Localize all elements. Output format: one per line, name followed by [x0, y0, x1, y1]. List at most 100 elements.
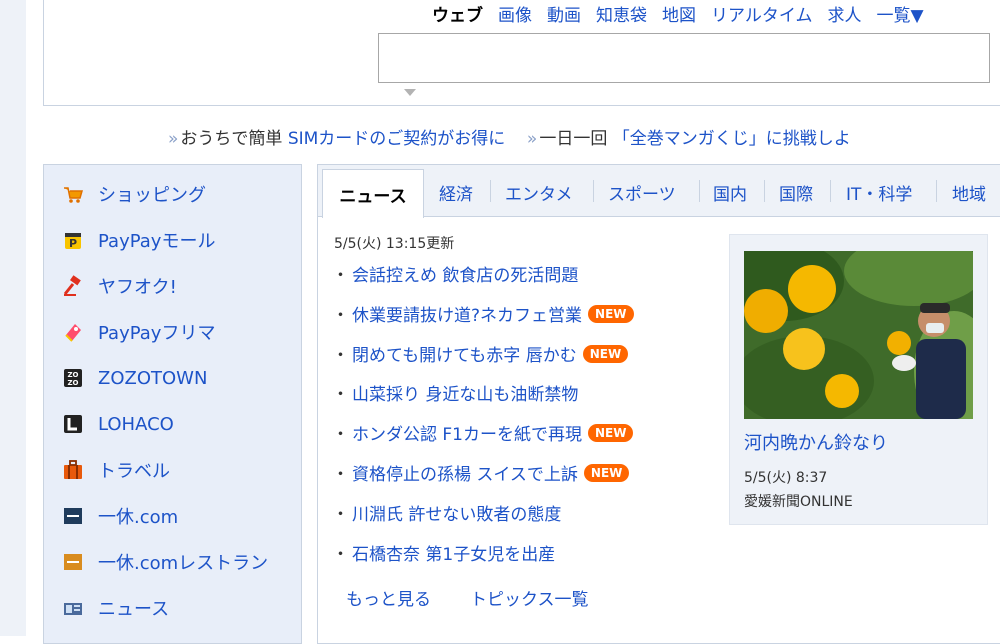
promo-1-prefix: おうちで簡単 [180, 129, 283, 149]
bullet: ・ [332, 465, 349, 485]
svg-text:ZO: ZO [67, 379, 78, 387]
search-tab-more-dropdown[interactable]: 一覧▼ [877, 1, 924, 26]
search-tab-chiebukuro[interactable]: 知恵袋 [596, 1, 647, 26]
ikyu-icon [62, 505, 84, 527]
news-headline[interactable]: ・資格停止の孫楊 スイスで上訴 NEW [332, 460, 630, 485]
featured-news-source: 愛媛新聞ONLINE [744, 494, 853, 510]
tab-divider [764, 180, 765, 202]
news-headline[interactable]: ・休業要請抜け道?ネカフェ営業 NEW [332, 301, 634, 326]
search-tab-video[interactable]: 動画 [547, 1, 581, 26]
sidebar-item-label: ニュース [98, 599, 170, 620]
new-badge: NEW [588, 423, 634, 442]
news-tab-it-science[interactable]: IT・科学 [846, 180, 912, 205]
news-tab-bar: ニュース 経済 エンタメ スポーツ 国内 国際 IT・科学 地域 [318, 165, 1000, 218]
sidebar-item-paypay-mall[interactable]: P PayPayモール [62, 222, 215, 258]
news-tab-local[interactable]: 地域 [952, 180, 986, 205]
search-vertical-tabs: ウェブ 画像 動画 知恵袋 地図 リアルタイム 求人 一覧▼ [432, 1, 924, 26]
headline-text: 川淵氏 許せない敗者の態度 [352, 505, 562, 525]
news-updated-time: 5/5(火) 13:15更新 [334, 236, 455, 252]
sidebar-item-travel[interactable]: トラベル [62, 452, 170, 488]
news-tab-sports[interactable]: スポーツ [608, 180, 676, 205]
auction-hammer-icon [62, 275, 84, 297]
bullet: ・ [332, 545, 349, 565]
shopping-cart-icon [62, 183, 84, 205]
featured-news-date: 5/5(火) 8:37 [744, 470, 828, 486]
headline-text: 休業要請抜け道?ネカフェ営業 [352, 306, 583, 326]
left-page-margin [0, 0, 26, 636]
sidebar-item-label: PayPayフリマ [98, 323, 216, 344]
new-badge: NEW [582, 344, 629, 363]
featured-news-card[interactable]: 河内晩かん鈴なり 5/5(火) 8:37 愛媛新聞ONLINE [729, 234, 988, 525]
news-headline[interactable]: ・山菜採り 身近な山も油断禁物 [332, 380, 578, 405]
suitcase-icon [62, 459, 84, 481]
headline-text: 山菜採り 身近な山も油断禁物 [352, 385, 579, 405]
bullet: ・ [332, 505, 349, 525]
headline-text: 閉めても開けても赤字 唇かむ [352, 346, 577, 366]
tab-divider [936, 180, 937, 202]
sidebar-item-shopping[interactable]: ショッピング [62, 176, 206, 212]
search-tab-map[interactable]: 地図 [662, 1, 696, 26]
sidebar-item-ikyu[interactable]: 一休.com [62, 498, 178, 534]
bullet: ・ [332, 266, 349, 286]
sidebar-item-label: ZOZOTOWN [98, 367, 208, 389]
news-tab-world[interactable]: 国際 [779, 180, 813, 205]
bullet: ・ [332, 346, 349, 366]
news-tab-economy[interactable]: 経済 [439, 180, 473, 205]
svg-text:P: P [69, 237, 77, 250]
sidebar-item-auction[interactable]: ヤフオク! [62, 268, 177, 304]
news-more-link[interactable]: もっと見る [346, 585, 431, 610]
news-tab-news[interactable]: ニュース [322, 169, 424, 218]
news-icon [62, 597, 84, 619]
search-tab-images[interactable]: 画像 [498, 1, 532, 26]
promo-line: » おうちで簡単 SIMカードのご契約がお得に » 一日一回 「全巻マンガくじ」に挑… [168, 124, 851, 149]
search-tab-jobs[interactable]: 求人 [828, 1, 862, 26]
new-badge: NEW [583, 463, 630, 482]
news-headline[interactable]: ・ホンダ公認 F1カーを紙で再現 NEW [332, 420, 634, 445]
bullet: ・ [332, 385, 349, 405]
sidebar-item-news[interactable]: ニュース [62, 590, 169, 626]
sidebar-item-label: LOHACO [98, 413, 174, 435]
svg-text:ZO: ZO [67, 371, 78, 379]
sidebar-item-zozotown[interactable]: ZO ZO ZOZOTOWN [62, 360, 207, 396]
ikyu-restaurant-icon [62, 551, 84, 573]
tab-divider [699, 180, 700, 202]
topics-list-link[interactable]: トピックス一覧 [470, 585, 589, 610]
promo-2-link[interactable]: 「全巻マンガくじ」に挑戦しよ [613, 129, 851, 149]
tab-divider [593, 180, 594, 202]
lohaco-icon [62, 413, 84, 435]
search-tab-web[interactable]: ウェブ [432, 1, 483, 26]
sidebar-item-label: 一休.com [98, 507, 179, 528]
bullet: ・ [332, 425, 349, 445]
headline-text: 石橋杏奈 第1子女児を出産 [352, 545, 556, 565]
new-badge: NEW [588, 304, 634, 323]
search-assist-toggle-icon[interactable] [404, 89, 416, 96]
sidebar-item-label: ヤフオク! [98, 277, 177, 298]
news-tab-domestic[interactable]: 国内 [713, 180, 747, 205]
news-panel: ニュース 経済 エンタメ スポーツ 国内 国際 IT・科学 地域 5/5(火) … [317, 164, 1000, 644]
news-tab-entertainment[interactable]: エンタメ [505, 180, 573, 205]
tab-divider [490, 180, 491, 202]
headline-text: 会話控えめ 飲食店の死活問題 [352, 266, 579, 286]
sidebar-item-label: ショッピング [98, 185, 206, 206]
featured-news-photo[interactable] [744, 251, 973, 419]
zozotown-icon: ZO ZO [62, 367, 84, 389]
chevron-right-icon: » [526, 129, 538, 149]
sidebar-item-label: 一休.comレストラン [98, 553, 269, 574]
search-tab-realtime[interactable]: リアルタイム [711, 1, 813, 26]
sidebar-item-lohaco[interactable]: LOHACO [62, 406, 174, 442]
news-headline[interactable]: ・川淵氏 許せない敗者の態度 [332, 500, 561, 525]
news-headline[interactable]: ・会話控えめ 飲食店の死活問題 [332, 261, 578, 286]
sidebar-item-ikyu-restaurant[interactable]: 一休.comレストラン [62, 544, 268, 580]
search-input[interactable] [378, 33, 990, 83]
service-sidebar: ショッピング P PayPayモール ヤフオク! PayPayフリマ ZO ZO … [43, 164, 302, 644]
chevron-right-icon: » [168, 129, 179, 149]
news-headline[interactable]: ・閉めても開けても赤字 唇かむ NEW [332, 341, 629, 366]
headline-text: ホンダ公認 F1カーを紙で再現 [352, 425, 582, 445]
featured-news-title[interactable]: 河内晩かん鈴なり [744, 429, 888, 455]
headline-text: 資格停止の孫楊 スイスで上訴 [352, 465, 578, 485]
sidebar-item-paypay-fleamarket[interactable]: PayPayフリマ [62, 314, 215, 350]
paypay-fleamarket-icon [62, 321, 84, 343]
news-headline[interactable]: ・石橋杏奈 第1子女児を出産 [332, 540, 555, 565]
sidebar-item-label: PayPayモール [98, 231, 216, 252]
promo-1-link[interactable]: SIMカードのご契約がお得に [288, 129, 505, 149]
